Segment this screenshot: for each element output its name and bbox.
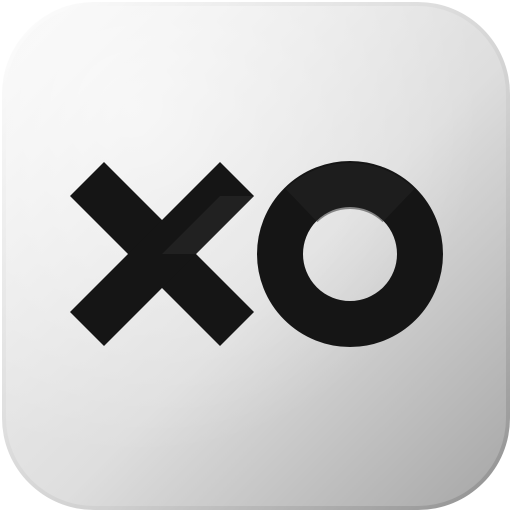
o-mark-shade [285,163,415,223]
app-icon-container [0,0,512,512]
xo-app-icon [2,2,510,510]
